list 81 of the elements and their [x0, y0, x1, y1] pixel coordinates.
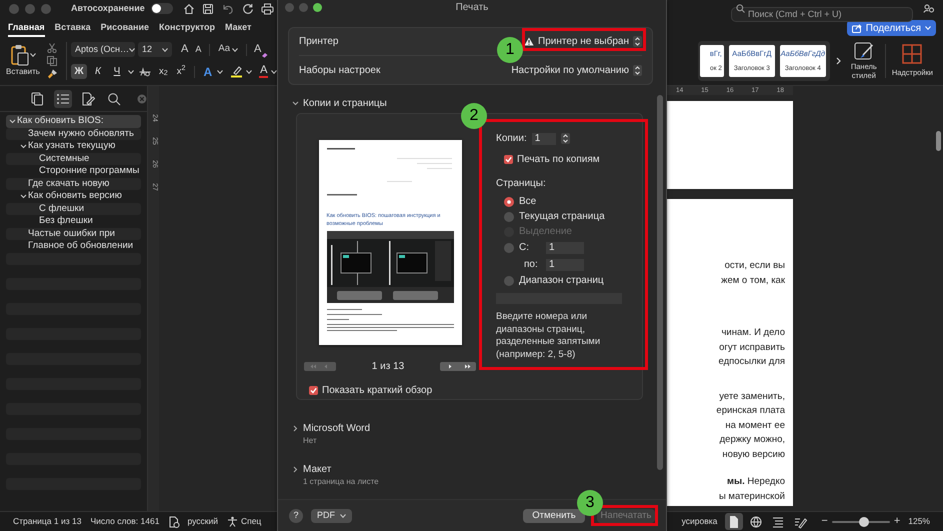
section-toggle[interactable]: Microsoft Word	[292, 421, 370, 435]
outline-item[interactable]: Частые ошибки при	[6, 228, 141, 240]
share-button[interactable]: Поделиться	[846, 20, 936, 36]
language-label: русский	[187, 515, 218, 528]
zoom-out-button[interactable]: −	[821, 513, 828, 530]
zoom-level: 125%	[908, 515, 930, 528]
format-button[interactable]: Ч	[109, 64, 125, 80]
outline-item[interactable]: Без флешки	[6, 215, 141, 228]
page-count: Страница 1 из 13	[13, 515, 82, 528]
paste-button[interactable]: Вставить	[5, 44, 41, 78]
radio-option: Выделение	[504, 224, 626, 239]
clear-format-button[interactable]: A	[252, 41, 270, 58]
help-button[interactable]: ?	[289, 508, 303, 522]
format-button[interactable]: Ж	[71, 64, 87, 80]
document-text-line: держку можно,	[720, 433, 785, 447]
outline-item[interactable]: Системные	[6, 152, 141, 165]
text-effects-button[interactable]: A	[201, 62, 214, 81]
outline-item[interactable]: Главное об обновлении	[6, 240, 141, 252]
format-button[interactable]: К	[90, 64, 106, 80]
cancel-button[interactable]: Отменить	[523, 508, 585, 522]
document-text-line: ы материнской	[718, 490, 785, 504]
field-label: Наборы настроек	[299, 64, 380, 78]
page-counter: 1 из 13	[372, 360, 404, 374]
ribbon-tab[interactable]: Вставка	[54, 20, 91, 37]
ribbon-tab[interactable]: Конструктор	[159, 20, 216, 37]
outline-item[interactable]: Зачем нужно обновлять	[6, 128, 141, 140]
radio-option[interactable]: Текущая страница	[504, 209, 626, 224]
section-summary: Нет	[303, 435, 317, 447]
autosave-label: Автосохранение	[71, 2, 145, 15]
field-label: Принтер	[299, 35, 338, 49]
section-toggle[interactable]: Макет	[292, 462, 332, 476]
font-color-button[interactable]: A	[259, 65, 268, 78]
outline-item[interactable]: Как обновить BIOS:	[6, 115, 141, 128]
superscript-button[interactable]: x$^{2}$	[174, 64, 188, 79]
range-field[interactable]: 1	[546, 242, 584, 254]
document-text-line: огут исправить	[719, 340, 785, 354]
grow-font-button[interactable]: A	[179, 41, 190, 58]
change-case-button[interactable]: Aa	[216, 42, 240, 57]
document-text-line: чинам. И дело	[721, 326, 785, 340]
font-size-field[interactable]: 12	[138, 42, 172, 57]
font-name-field[interactable]: Aptos (Осн…	[71, 42, 135, 57]
presets-popup[interactable]: Настройки по умолчанию	[511, 62, 642, 78]
ribbon-tab[interactable]: Главная	[8, 20, 45, 37]
zoom-in-button[interactable]: +	[894, 513, 900, 530]
document-text-line: еринская плата	[716, 404, 785, 418]
radio-option[interactable]: Диапазон страниц	[504, 273, 626, 288]
outline-item[interactable]: Как обновить версию	[6, 190, 141, 202]
accessibility-label: Спец	[240, 515, 262, 528]
checkbox-option[interactable]: Печать по копиям	[504, 152, 626, 167]
document-text-line: мы. Нередко	[726, 475, 785, 489]
document-text-line: на момент ее	[725, 418, 785, 432]
radio-option[interactable]: С:	[504, 240, 546, 255]
search-field[interactable]: Поиск (Cmd + Ctrl + U)	[731, 6, 913, 22]
document-text-line: едпосылки для	[718, 355, 785, 369]
document-text-line: новую версию	[722, 448, 785, 462]
word-count: Число слов: 1461	[90, 515, 160, 528]
outline-item[interactable]: Как узнать текущую	[6, 140, 141, 152]
outline-item[interactable]: С флешки	[6, 202, 141, 215]
document-text-line: ости, если вы	[724, 259, 785, 273]
ribbon-tab[interactable]: Рисование	[100, 20, 150, 37]
field-label: Страницы:	[496, 177, 547, 191]
pdf-menu-button[interactable]: PDF	[311, 508, 352, 522]
document-text-line: уете заменить,	[719, 390, 785, 404]
ribbon-tab[interactable]: Макет	[225, 20, 252, 37]
focus-label: усировка	[682, 515, 718, 528]
outline-item[interactable]: Где скачать новую	[6, 178, 141, 190]
section-summary: 1 страница на листе	[303, 476, 379, 488]
dialog-title: Печать	[456, 1, 488, 15]
outline-item[interactable]: Сторонние программы	[6, 165, 141, 178]
printer-popup[interactable]: Принтер не выбран	[524, 34, 642, 49]
copies-field[interactable]: 1	[532, 132, 556, 144]
shrink-font-button[interactable]: A	[193, 42, 204, 56]
field-label: по:	[524, 258, 539, 272]
range-field[interactable]: 1	[546, 258, 584, 270]
section-toggle[interactable]: Копии и страницы	[292, 96, 387, 110]
radio-option[interactable]: Все	[504, 194, 626, 209]
subscript-button[interactable]: x$_{2}$	[156, 64, 171, 79]
document-text-line: жем о том, как	[721, 274, 785, 288]
hint-text: Введите номера или диапазоны страниц, разделенные запятыми (например: 2, 5-8)	[496, 311, 602, 361]
field-label: Копии:	[496, 132, 527, 146]
checkbox-option[interactable]: Показать краткий обзор	[309, 383, 432, 398]
